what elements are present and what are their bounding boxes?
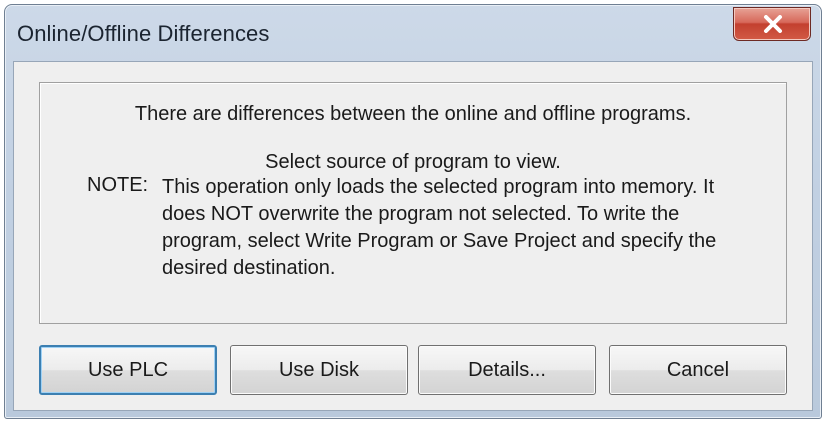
note-label: NOTE: — [87, 174, 149, 196]
dialog-body: There are differences between the online… — [13, 61, 813, 411]
cancel-button[interactable]: Cancel — [609, 345, 787, 395]
differences-message: There are differences between the online… — [134, 103, 692, 125]
window-title: Online/Offline Differences — [17, 21, 270, 46]
use-disk-button[interactable]: Use Disk — [230, 345, 408, 395]
close-icon — [764, 15, 782, 33]
dialog-window: Online/Offline Differences There are dif… — [4, 4, 822, 419]
use-plc-button[interactable]: Use PLC — [39, 345, 217, 395]
details-button[interactable]: Details... — [418, 345, 596, 395]
close-button[interactable] — [733, 7, 811, 41]
select-source-message: Select source of program to view. — [265, 151, 561, 173]
title-bar[interactable]: Online/Offline Differences — [5, 5, 821, 59]
message-panel: There are differences between the online… — [39, 82, 787, 324]
note-text: This operation only loads the selected p… — [162, 176, 717, 279]
